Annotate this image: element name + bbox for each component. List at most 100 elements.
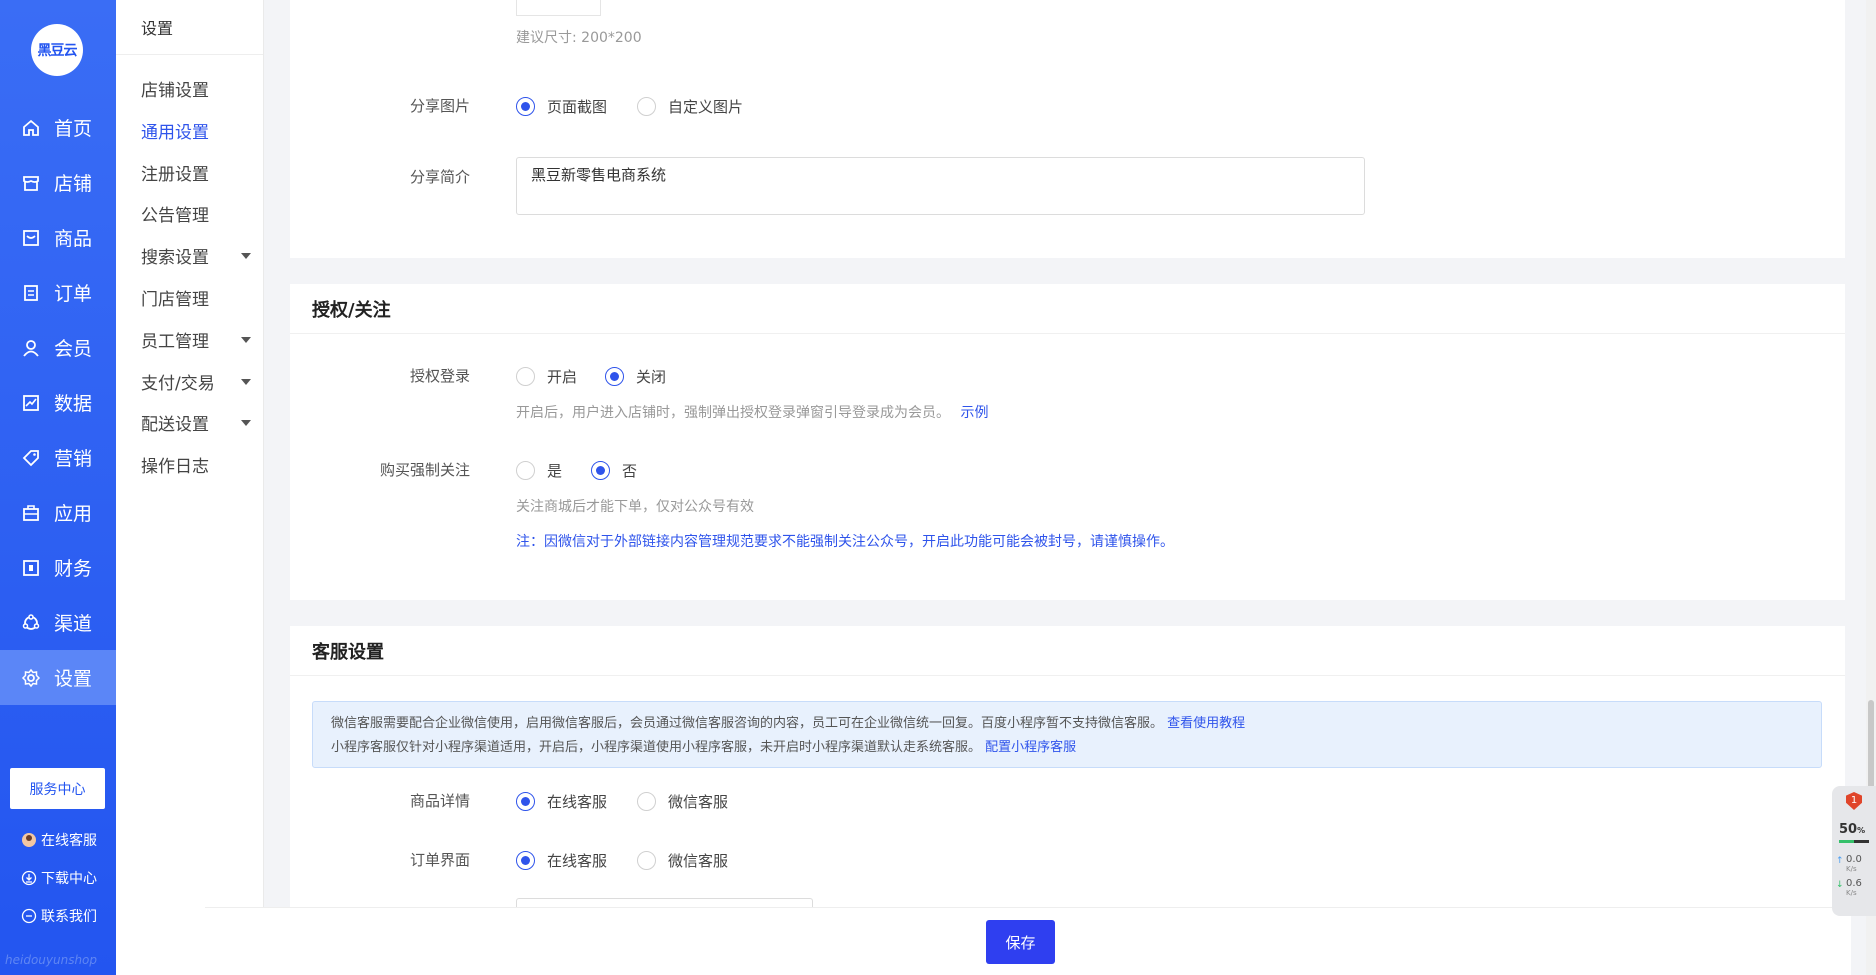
service-center-button[interactable]: 服务中心: [10, 768, 105, 809]
channel-icon: [20, 612, 42, 634]
radio-label: 开启: [547, 368, 578, 386]
nav-item-data[interactable]: 数据: [0, 375, 116, 430]
auth-login-hint: 开启后，用户进入店铺时，强制弹出授权登录弹窗引导登录成为会员。 示例: [516, 402, 988, 422]
tutorial-link[interactable]: 查看使用教程: [1167, 716, 1245, 731]
download-center-label: 下载中心: [41, 871, 97, 887]
download-speed: 0.6: [1846, 878, 1862, 889]
brand-logo[interactable]: 黑豆云: [31, 24, 83, 76]
radio-unchecked: [637, 792, 656, 811]
radio-label: 是: [547, 462, 563, 480]
nav-label: 渠道: [54, 613, 93, 635]
subnav-label: 通用设置: [141, 123, 209, 143]
download-value: 0.6: [1846, 878, 1862, 889]
follow-hint: 关注商城后才能下单，仅对公众号有效: [516, 499, 754, 515]
nav-item-member[interactable]: 会员: [0, 320, 116, 375]
auth-login-option-on[interactable]: 开启: [516, 366, 577, 387]
subnav-label: 门店管理: [141, 290, 209, 310]
subnav-label: 支付/交易: [141, 374, 215, 394]
nav-label: 会员: [54, 338, 93, 360]
contact-us-link[interactable]: 联系我们: [21, 906, 97, 926]
avatar-icon: [21, 832, 37, 848]
notice-line-1: 微信客服需要配合企业微信使用，启用微信客服后，会员通过微信客服咨询的内容，员工可…: [331, 712, 1803, 736]
brand-logo-text: 黑豆云: [37, 43, 78, 59]
radio-unchecked: [516, 461, 535, 480]
subnav-item-delivery[interactable]: 配送设置: [141, 410, 251, 435]
system-monitor-widget[interactable]: 1 50% ↑ 0.0 K/s ↓ 0.6 K/s: [1832, 786, 1876, 916]
caret-down-icon: [241, 336, 251, 343]
subnav-item-general-settings[interactable]: 通用设置: [141, 118, 251, 143]
shield-badge-count: 1: [1850, 795, 1858, 806]
chart-icon: [20, 392, 42, 414]
follow-label: 购买强制关注: [379, 461, 470, 479]
nav-item-order[interactable]: 订单: [0, 265, 116, 320]
settings-subnav: 设置 店铺设置 通用设置 注册设置 公告管理 搜索设置 门店管理 员工管理 支付…: [116, 0, 264, 975]
subnav-item-search-settings[interactable]: 搜索设置: [141, 243, 251, 268]
radio-checked: [591, 461, 610, 480]
goods-detail-option-wechat[interactable]: 微信客服: [637, 791, 728, 812]
nav-item-channel[interactable]: 渠道: [0, 595, 116, 650]
follow-option-no[interactable]: 否: [591, 460, 637, 481]
download-center-link[interactable]: 下载中心: [21, 868, 97, 888]
nav-item-marketing[interactable]: 营销: [0, 430, 116, 485]
cpu-value: 50: [1839, 822, 1858, 837]
subnav-item-staff[interactable]: 员工管理: [141, 327, 251, 352]
online-service-label: 在线客服: [41, 833, 97, 849]
chat-icon: [21, 908, 37, 924]
radio-label: 否: [622, 462, 638, 480]
nav-item-goods[interactable]: 商品: [0, 210, 116, 265]
radio-checked: [516, 792, 535, 811]
auth-login-example-link[interactable]: 示例: [960, 405, 988, 421]
order-page-option-online[interactable]: 在线客服: [516, 850, 607, 871]
auth-card-title: 授权/关注: [290, 284, 1845, 334]
service-notice-banner: 微信客服需要配合企业微信使用，启用微信客服后，会员通过微信客服咨询的内容，员工可…: [312, 701, 1822, 768]
finance-icon: [20, 557, 42, 579]
goods-icon: [20, 227, 42, 249]
notice-line-2: 小程序客服仅针对小程序渠道适用，开启后，小程序渠道使用小程序客服，未开启时小程序…: [331, 736, 1803, 760]
gear-icon: [20, 667, 42, 689]
radio-checked: [605, 367, 624, 386]
miniprogram-service-link[interactable]: 配置小程序客服: [985, 740, 1076, 755]
share-image-option-custom[interactable]: 自定义图片: [637, 96, 743, 117]
subnav-item-register-settings[interactable]: 注册设置: [141, 160, 251, 185]
upload-value: 0.0: [1846, 854, 1862, 865]
subnav-label: 配送设置: [141, 415, 209, 435]
nav-item-settings[interactable]: 设置: [0, 650, 116, 705]
subnav-item-payment[interactable]: 支付/交易: [141, 369, 251, 394]
nav-item-home[interactable]: 首页: [0, 100, 116, 155]
nav-label: 店铺: [54, 173, 93, 195]
share-settings-card: 建议尺寸: 200*200 分享图片 页面截图 自定义图片 分享简介 黑豆新零售…: [290, 0, 1845, 258]
tag-icon: [20, 447, 42, 469]
subnav-item-store-management[interactable]: 门店管理: [141, 285, 251, 310]
goods-detail-label: 商品详情: [409, 792, 470, 810]
goods-detail-option-online[interactable]: 在线客服: [516, 791, 607, 812]
radio-unchecked: [637, 97, 656, 116]
cpu-unit: %: [1857, 826, 1866, 835]
subnav-item-logs[interactable]: 操作日志: [141, 452, 251, 477]
save-button[interactable]: 保存: [986, 920, 1055, 964]
subnav-item-announcement[interactable]: 公告管理: [141, 201, 251, 226]
subnav-item-store-settings[interactable]: 店铺设置: [141, 76, 251, 101]
online-service-link[interactable]: 在线客服: [21, 830, 97, 850]
auth-login-label: 授权登录: [409, 367, 470, 385]
share-image-option-screenshot[interactable]: 页面截图: [516, 96, 607, 117]
follow-option-yes[interactable]: 是: [516, 460, 562, 481]
nav-item-apps[interactable]: 应用: [0, 485, 116, 540]
auth-login-option-off[interactable]: 关闭: [605, 366, 666, 387]
order-icon: [20, 282, 42, 304]
order-page-option-wechat[interactable]: 微信客服: [637, 850, 728, 871]
store-icon: [20, 172, 42, 194]
nav-item-store[interactable]: 店铺: [0, 155, 116, 210]
radio-label: 关闭: [636, 368, 667, 386]
auth-follow-card: 授权/关注 授权登录 开启 关闭 开启后，用户进入店铺时，强制弹出授权登录弹窗引…: [290, 284, 1845, 600]
order-page-label: 订单界面: [409, 851, 470, 869]
nav-label: 应用: [54, 503, 93, 525]
nav-label: 财务: [54, 558, 93, 580]
main-content: 建议尺寸: 200*200 分享图片 页面截图 自定义图片 分享简介 黑豆新零售…: [264, 0, 1876, 975]
share-intro-textarea[interactable]: 黑豆新零售电商系统: [516, 157, 1365, 215]
upload-speed: 0.0: [1846, 854, 1862, 865]
subnav-title: 设置: [116, 0, 263, 55]
nav-item-finance[interactable]: 财务: [0, 540, 116, 595]
share-image-label: 分享图片: [409, 97, 470, 115]
download-arrow-icon: ↓: [1836, 880, 1844, 890]
share-logo-upload[interactable]: [516, 0, 601, 16]
